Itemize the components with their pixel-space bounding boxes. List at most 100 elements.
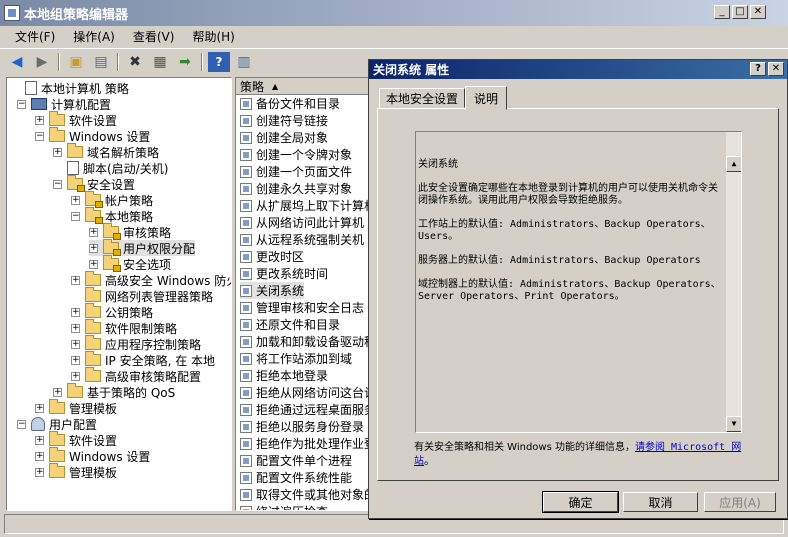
expand-icon[interactable]: + (35, 403, 44, 413)
policy-list-item[interactable]: 配置文件单个进程 (240, 452, 352, 469)
column-header-policy[interactable]: 策略 ▲ (236, 78, 369, 95)
help-icon[interactable]: ? (208, 51, 230, 72)
tree-item[interactable]: − Windows 设置 (35, 127, 150, 144)
policy-list[interactable]: 策略 ▲ 备份文件和目录 创建符号链接 创建全局对象 创建一个令牌对象 创建一个页面文件… (235, 77, 370, 511)
tree-item[interactable]: + 审核策略 (89, 223, 171, 240)
policy-list-item[interactable]: 加载和卸载设备驱动程 (240, 333, 369, 350)
policy-list-item[interactable]: 创建符号链接 (240, 112, 328, 129)
expand-icon[interactable]: + (53, 147, 62, 157)
tree-item[interactable]: + 软件设置 (35, 111, 117, 128)
menu-view[interactable]: 查看(V) (124, 28, 184, 45)
policy-list-item[interactable]: 将工作站添加到域 (240, 350, 352, 367)
policy-list-item[interactable]: 从远程系统强制关机 (240, 231, 364, 248)
ok-button[interactable]: 确定 (542, 491, 619, 513)
apply-button[interactable]: 应用(A) (704, 492, 776, 512)
collapse-icon[interactable]: − (17, 99, 26, 109)
expand-icon[interactable]: + (35, 115, 44, 125)
policy-list-item[interactable]: 拒绝从网络访问这台计 (240, 384, 369, 401)
menu-file[interactable]: 文件(F) (6, 28, 64, 45)
tree-item[interactable]: 网络列表管理器策略 (71, 287, 213, 304)
close-button[interactable]: ✕ (750, 5, 766, 19)
maximize-button[interactable]: □ (732, 5, 748, 19)
expand-icon[interactable]: + (53, 387, 62, 397)
expand-icon[interactable]: + (71, 371, 80, 381)
policy-list-item[interactable]: 还原文件和目录 (240, 316, 340, 333)
back-arrow-icon[interactable]: ◀ (6, 52, 28, 72)
policy-list-item[interactable]: 取得文件或其他对象的 (240, 486, 369, 503)
policy-list-item[interactable]: 备份文件和目录 (240, 95, 340, 112)
tree-item[interactable]: − 用户配置 (17, 416, 97, 432)
explain-textbox[interactable]: 关闭系统 此安全设置确定哪些在本地登录到计算机的用户可以使用关机命令关闭操作系统。… (415, 131, 742, 433)
expand-icon[interactable]: + (71, 339, 80, 349)
policy-list-item[interactable]: 拒绝作为批处理作业登 (240, 435, 369, 452)
policy-list-item[interactable]: 拒绝本地登录 (240, 367, 328, 384)
tree-item[interactable]: + 软件设置 (35, 431, 117, 448)
collapse-icon[interactable]: − (71, 211, 80, 221)
policy-list-item[interactable]: 创建一个令牌对象 (240, 146, 352, 163)
expand-icon[interactable]: + (89, 243, 98, 253)
policy-list-item[interactable]: 从扩展坞上取下计算机 (240, 197, 369, 214)
policy-list-item[interactable]: 更改时区 (240, 248, 304, 265)
policy-list-item[interactable]: 从网络访问此计算机 (240, 214, 364, 231)
forward-arrow-icon[interactable]: ▶ (31, 52, 53, 72)
expand-icon[interactable]: + (89, 259, 98, 269)
policy-list-item[interactable]: 配置文件系统性能 (240, 469, 352, 486)
expand-icon[interactable]: + (35, 451, 44, 461)
tree-item[interactable]: + 管理模板 (35, 463, 117, 480)
tree-item[interactable]: + 软件限制策略 (71, 319, 177, 336)
expand-icon[interactable]: + (71, 355, 80, 365)
tree-item[interactable]: + Windows 设置 (35, 447, 150, 464)
menu-action[interactable]: 操作(A) (64, 28, 124, 45)
tree-item[interactable]: + 基于策略的 QoS (53, 383, 175, 400)
tree-item[interactable]: + 公钥策略 (71, 303, 153, 320)
expand-icon[interactable]: + (71, 195, 80, 205)
collapse-icon[interactable]: − (35, 131, 44, 141)
console-tree[interactable]: 本地计算机 策略 − 计算机配置 + 软件设置 − Windows 设置 + 域名解析策略 脚本(… (6, 77, 232, 511)
tree-item[interactable]: − 安全设置 (53, 175, 135, 192)
tree-item[interactable]: 脚本(启动/关机) (53, 160, 168, 176)
expand-icon[interactable]: + (71, 275, 80, 285)
policy-list-item[interactable]: 创建永久共享对象 (240, 180, 352, 197)
policy-list-item[interactable]: 创建全局对象 (240, 129, 328, 146)
tree-item[interactable]: − 本地策略 (71, 207, 153, 224)
expand-icon[interactable]: + (35, 467, 44, 477)
tree-item[interactable]: + 域名解析策略 (53, 143, 159, 160)
policy-list-item[interactable]: 绕过遍历检查 (240, 503, 328, 510)
policy-list-item[interactable]: 关闭系统 (240, 282, 305, 299)
dialog-help-button[interactable]: ? (750, 62, 766, 76)
collapse-icon[interactable]: − (17, 419, 26, 429)
collapse-icon[interactable]: − (53, 179, 62, 189)
tree-item[interactable]: + 高级安全 Windows 防火 (71, 271, 231, 288)
scroll-up-button[interactable]: ▲ (726, 156, 741, 172)
tree-item[interactable]: + 用户权限分配 (89, 239, 196, 256)
tree-item[interactable]: + 帐户策略 (71, 191, 153, 208)
scroll-down-button[interactable]: ▼ (726, 416, 741, 432)
properties-icon[interactable]: ▦ (149, 52, 171, 72)
delete-icon[interactable]: ✖ (124, 52, 146, 72)
dialog-close-button[interactable]: ✕ (768, 62, 784, 76)
policy-list-item[interactable]: 拒绝以服务身份登录 (240, 418, 364, 435)
menu-help[interactable]: 帮助(H) (183, 28, 243, 45)
expand-icon[interactable]: + (71, 323, 80, 333)
policy-list-item[interactable]: 管理审核和安全日志 (240, 299, 364, 316)
tree-item[interactable]: + 安全选项 (89, 255, 171, 272)
tree-item[interactable]: 本地计算机 策略 (11, 80, 129, 96)
tree-item[interactable]: + 高级审核策略配置 (71, 367, 201, 384)
tab-local-security-setting[interactable]: 本地安全设置 (379, 88, 466, 108)
show-hide-tree-icon[interactable]: ▤ (90, 52, 112, 72)
explain-scrollbar[interactable]: ▲ ▼ (725, 132, 741, 432)
export-icon[interactable]: ➡ (174, 52, 196, 72)
tree-item[interactable]: + IP 安全策略, 在 本地 (71, 351, 215, 368)
expand-icon[interactable]: + (89, 227, 98, 237)
expand-icon[interactable]: + (35, 435, 44, 445)
expand-icon[interactable]: + (71, 307, 80, 317)
policy-list-item[interactable]: 拒绝通过远程桌面服务 (240, 401, 369, 418)
tree-item[interactable]: − 计算机配置 (17, 96, 111, 112)
policy-list-item[interactable]: 更改系统时间 (240, 265, 328, 282)
tree-item[interactable]: + 管理模板 (35, 399, 117, 416)
minimize-button[interactable]: _ (714, 5, 730, 19)
tab-explain[interactable]: 说明 (465, 86, 508, 110)
cancel-button[interactable]: 取消 (623, 492, 698, 512)
view-icon[interactable]: ▥ (233, 52, 255, 72)
up-folder-icon[interactable]: ▣ (65, 52, 87, 72)
